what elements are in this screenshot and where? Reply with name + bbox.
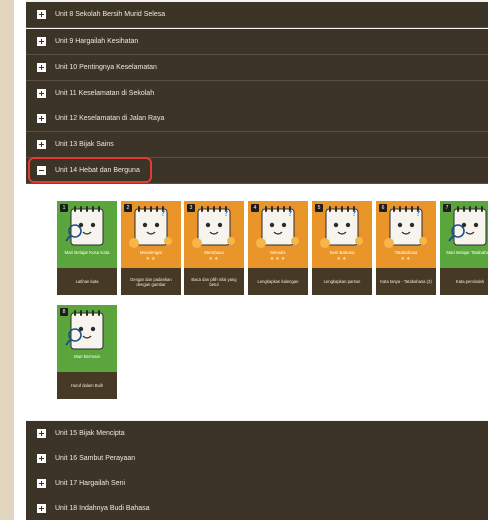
card-artwork: 1 Mari Belajar Kosa Kata (57, 201, 117, 268)
unit-title: Unit 8 Sekolah Bersih Murid Selesa (55, 10, 166, 18)
card-number-badge: 7 (443, 204, 451, 212)
expand-plus-icon[interactable] (37, 428, 46, 438)
activity-card[interactable]: 8 Mari Bermain Huruf dalam Buih (57, 305, 117, 399)
unit-row-16[interactable]: Unit 16 Sambut Perayaan (26, 446, 488, 472)
card-caption-area: Huruf dalam Buih (57, 372, 117, 399)
card-artwork: 7 Mari Belajar Tatabahasa (440, 201, 488, 268)
unit-row-18[interactable]: Unit 18 Indahnya Budi Bahasa (26, 496, 488, 520)
expand-plus-icon[interactable] (37, 503, 46, 513)
card-title: Mari Belajar Kosa Kata (64, 250, 110, 255)
card-title: Tatabahasa (394, 250, 418, 255)
unit-row-13[interactable]: Unit 13 Bijak Sains (26, 132, 488, 158)
card-number-badge: 3 (187, 204, 195, 212)
highlight-box (28, 157, 152, 183)
expand-plus-icon[interactable] (37, 36, 46, 46)
activity-card[interactable]: 7 Mari Belajar Tatabahasa Kata pemindah (440, 201, 488, 295)
card-caption-area: Lengkapkan kalengan (248, 268, 308, 295)
card-caption-area: Dengar dan padankan dengan gambar (121, 268, 181, 295)
expand-plus-icon[interactable] (37, 62, 46, 72)
unit-row-8[interactable]: Unit 8 Sekolah Bersih Murid Selesa (26, 2, 488, 28)
star-rating: ★★★ (269, 256, 287, 262)
unit-title: Unit 16 Sambut Perayaan (55, 454, 136, 462)
unit-title: Unit 9 Hargailah Kesihatan (55, 37, 139, 45)
expand-plus-icon[interactable] (37, 88, 46, 98)
card-caption: Lengkapkan kalengan (257, 279, 299, 284)
expand-plus-icon[interactable] (37, 139, 46, 149)
card-artwork: ? 5 Seni Bahasa ★★ (312, 201, 372, 268)
star-rating: ★★ (400, 256, 412, 262)
card-caption: Baca dan pilih nilai yang betul (191, 276, 237, 287)
star-rating: ★★ (336, 256, 348, 262)
star-rating: ★★ (145, 256, 157, 262)
card-artwork: ? 2 Mendengar ★★ (121, 201, 181, 268)
unit-14-activities-panel: 1 Mari Belajar Kosa Kata Latihan kata? 2 Men… (26, 184, 488, 420)
card-artwork: ? 6 Tatabahasa ★★ (376, 201, 436, 268)
card-caption: Kata tanya - Tatabahasa (2) (380, 279, 432, 284)
unit-row-12[interactable]: Unit 12 Keselamatan di Jalan Raya (26, 106, 488, 132)
unit-title: Unit 11 Keselamatan di Sekolah (55, 89, 155, 97)
activity-card[interactable]: 1 Mari Belajar Kosa Kata Latihan kata (57, 201, 117, 295)
expand-plus-icon[interactable] (37, 113, 46, 123)
card-title: Menulis (270, 250, 286, 255)
unit-title: Unit 15 Bijak Mencipta (55, 429, 125, 437)
unit-title: Unit 10 Pentingnya Keselamatan (55, 63, 157, 71)
card-caption: Lengkapkan pantun (323, 279, 361, 284)
card-number-badge: 8 (60, 308, 68, 316)
left-sidebar (0, 0, 14, 520)
activity-card[interactable]: ? 5 Seni Bahasa ★★ Lengkapkan pantun (312, 201, 372, 295)
card-number-badge: 6 (379, 204, 387, 212)
card-title: Mendengar (139, 250, 163, 255)
card-artwork: ? 4 Menulis ★★★ (248, 201, 308, 268)
activity-card[interactable]: ? 4 Menulis ★★★ Lengkapkan kalengan (248, 201, 308, 295)
unit-title: Unit 18 Indahnya Budi Bahasa (55, 504, 150, 512)
expand-plus-icon[interactable] (37, 453, 46, 463)
card-caption-area: Lengkapkan pantun (312, 268, 372, 295)
unit-row-10[interactable]: Unit 10 Pentingnya Keselamatan (26, 55, 488, 81)
card-number-badge: 1 (60, 204, 68, 212)
unit-row-15[interactable]: Unit 15 Bijak Mencipta (26, 421, 488, 447)
card-caption: Latihan kata (75, 279, 99, 284)
star-rating: ★★ (208, 256, 220, 262)
unit-title: Unit 17 Hargailah Seni (55, 479, 126, 487)
card-number-badge: 5 (315, 204, 323, 212)
unit-title: Unit 12 Keselamatan di Jalan Raya (55, 114, 165, 122)
svg-text:?: ? (416, 209, 420, 218)
card-caption-area: Baca dan pilih nilai yang betul (184, 268, 244, 295)
card-caption: Huruf dalam Buih (70, 383, 104, 388)
sidebar-gutter (14, 0, 26, 520)
svg-text:?: ? (224, 209, 228, 218)
card-caption-area: Kata pemindah (440, 268, 488, 295)
unit-row-11[interactable]: Unit 11 Keselamatan di Sekolah (26, 81, 488, 107)
expand-plus-icon[interactable] (37, 478, 46, 488)
card-title: Mari Bermain (73, 354, 101, 359)
activity-card[interactable]: ? 2 Mendengar ★★ Dengar dan padankan dengan … (121, 201, 181, 295)
activity-card[interactable]: ? 6 Tatabahasa ★★ Kata tanya - Tatabahasa (2… (376, 201, 436, 295)
card-artwork: 8 Mari Bermain (57, 305, 117, 372)
unit-row-17[interactable]: Unit 17 Hargailah Seni (26, 471, 488, 497)
card-artwork: ? 3 Membaca ★★ (184, 201, 244, 268)
card-number-badge: 4 (251, 204, 259, 212)
card-number-badge: 2 (124, 204, 132, 212)
activity-card[interactable]: ? 3 Membaca ★★ Baca dan pilih nilai yang bet… (184, 201, 244, 295)
card-title: Seni Bahasa (329, 250, 355, 255)
card-caption: Kata pemindah (455, 279, 485, 284)
card-caption: Dengar dan padankan dengan gambar (130, 276, 172, 287)
unit-row-9[interactable]: Unit 9 Hargailah Kesihatan (26, 29, 488, 55)
expand-plus-icon[interactable] (37, 9, 46, 19)
unit-list: Unit 8 Sekolah Bersih Murid Selesa Unit … (26, 0, 488, 520)
svg-text:?: ? (288, 209, 292, 218)
svg-text:?: ? (352, 209, 356, 218)
card-title: Membaca (204, 250, 224, 255)
card-caption-area: Latihan kata (57, 268, 117, 295)
card-caption-area: Kata tanya - Tatabahasa (2) (376, 268, 436, 295)
unit-title: Unit 13 Bijak Sains (55, 140, 114, 148)
svg-text:?: ? (161, 209, 165, 218)
card-title: Mari Belajar Tatabahasa (446, 250, 488, 255)
